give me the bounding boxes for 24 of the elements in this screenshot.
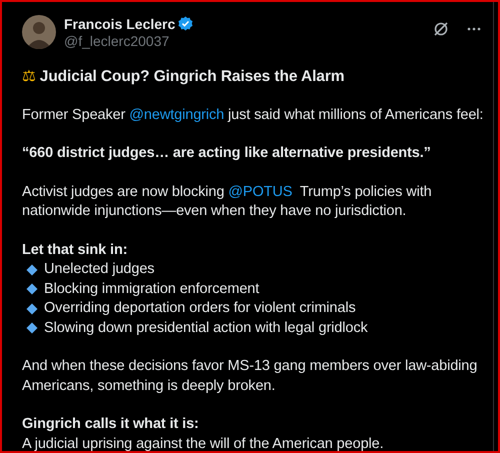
avatar[interactable]	[22, 15, 56, 49]
scales-emoji: ⚖	[22, 67, 36, 86]
slashed-circle-icon[interactable]	[433, 21, 449, 37]
list-item: Slowing down presidential action with legal gridlock	[44, 318, 368, 338]
post-title: Judicial Coup? Gingrich Raises the Alarm	[40, 67, 344, 86]
diamond-icon	[26, 322, 38, 334]
mention-link[interactable]: @newtgingrich	[129, 106, 224, 122]
post-paragraph: A judicial uprising against the will of the American people.	[22, 434, 385, 453]
list-item: Unelected judges	[44, 260, 154, 279]
list-item: Blocking immigration enforcement	[44, 280, 260, 298]
section-heading: Let that sink in:	[22, 240, 128, 260]
post-paragraph: Former Speaker @newtgingrich just said what millions of Americans feel:	[22, 106, 484, 124]
section-heading: Gingrich calls it what it is:	[22, 415, 200, 434]
diamond-icon	[26, 283, 38, 296]
mention-link[interactable]: @POTUS	[228, 184, 292, 200]
post-paragraph: Activist judges are now blocking @POTUS Trump’s policies with nationwide injunctions—even when they have no jurisdiction.	[22, 182, 433, 221]
post-paragraph: And when these decisions favor MS-13 gang members over law-abiding Americans, something is deeply broken.	[22, 357, 478, 396]
author-name[interactable]: Francois Leclerc	[64, 16, 176, 32]
author-handle[interactable]: @f_leclerc20037	[64, 32, 425, 48]
more-icon[interactable]	[467, 27, 481, 31]
diamond-icon	[26, 302, 38, 315]
diamond-icon	[26, 264, 38, 276]
quote-text: “660 district judges… are acting like alternative presidents.”	[22, 144, 432, 163]
list-item: Overriding deportation orders for violent criminals	[44, 299, 356, 318]
